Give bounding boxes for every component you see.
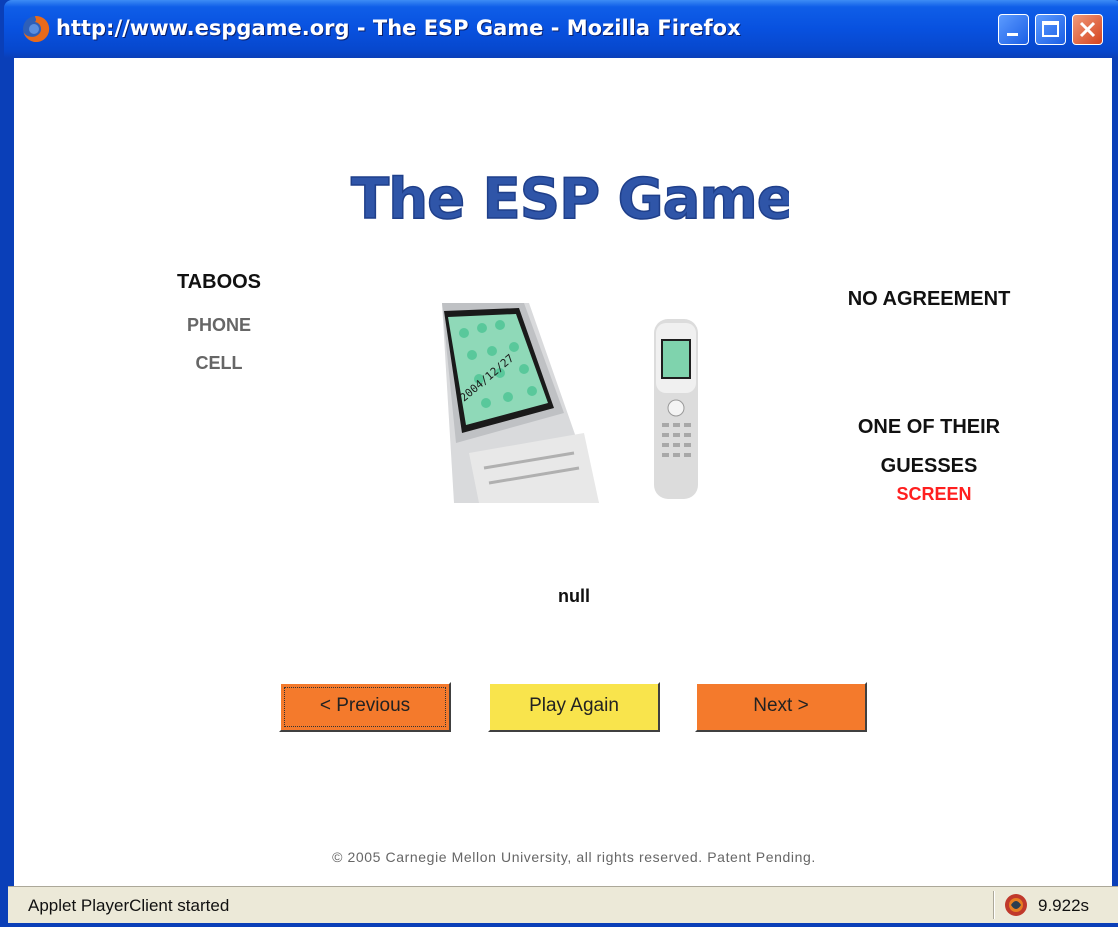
play-again-button[interactable]: Play Again xyxy=(488,682,660,732)
focus-outline xyxy=(284,687,446,727)
close-button[interactable] xyxy=(1072,14,1103,45)
title-bar[interactable]: http://www.espgame.org - The ESP Game - … xyxy=(4,0,1118,58)
browser-window: http://www.espgame.org - The ESP Game - … xyxy=(0,0,1118,927)
minimize-button[interactable] xyxy=(998,14,1029,45)
load-timer: 9.922s xyxy=(1038,896,1090,915)
taboos-heading: TABOOS xyxy=(176,271,262,293)
close-icon xyxy=(1079,21,1096,38)
minimize-icon xyxy=(1007,33,1018,36)
java-applet-icon[interactable] xyxy=(1004,893,1028,917)
status-message: Applet PlayerClient started xyxy=(28,896,230,915)
next-button-label: Next > xyxy=(753,695,809,716)
taboo-word: PHONE xyxy=(186,315,251,335)
result-text: null xyxy=(558,586,590,606)
partner-guess-heading: ONE OF THEIR GUESSES xyxy=(824,408,1034,486)
maximize-icon xyxy=(1042,21,1059,37)
partner-guess-word: SCREEN xyxy=(896,484,972,504)
firefox-icon xyxy=(23,15,50,42)
window-title: http://www.espgame.org - The ESP Game - … xyxy=(56,16,741,40)
page-content: The ESP Game TABOOS PHONE CELL 2004/12/2… xyxy=(14,58,1112,886)
status-bar: Applet PlayerClient started 9.922s xyxy=(8,886,1118,923)
maximize-button[interactable] xyxy=(1035,14,1066,45)
game-image: 2004/12/27 xyxy=(442,303,698,503)
partner-guess-heading-line1: ONE OF THEIR xyxy=(857,416,1001,438)
taboo-word: CELL xyxy=(195,353,243,373)
copyright-notice: © 2005 Carnegie Mellon University, all r… xyxy=(332,849,816,865)
play-again-button-label: Play Again xyxy=(529,695,619,716)
status-divider xyxy=(993,891,994,919)
next-button[interactable]: Next > xyxy=(695,682,867,732)
esp-game-logo: The ESP Game xyxy=(350,166,789,233)
previous-button[interactable]: < Previous xyxy=(279,682,451,732)
logo-text: The ESP Game xyxy=(351,167,789,232)
agreement-status: NO AGREEMENT xyxy=(847,288,1011,310)
partner-guess-heading-line2: GUESSES xyxy=(880,455,978,477)
